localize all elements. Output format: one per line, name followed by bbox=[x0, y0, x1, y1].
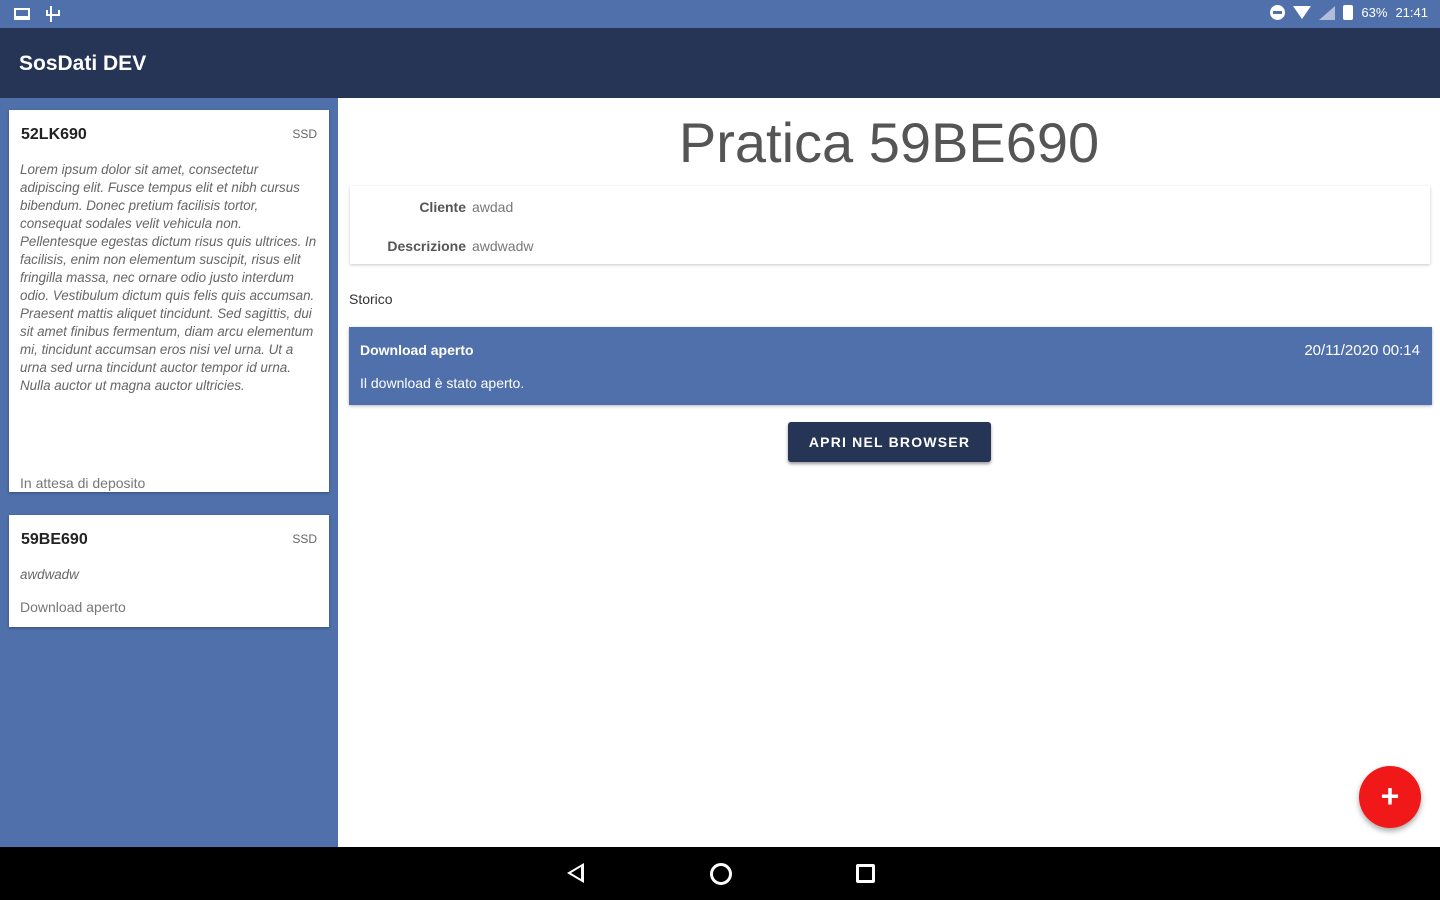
status-bar: 63% 21:41 bbox=[0, 0, 1440, 28]
navigation-bar bbox=[0, 847, 1440, 900]
card-tag: SSD bbox=[292, 127, 317, 141]
app-title: SosDati DEV bbox=[19, 52, 147, 75]
client-label: Cliente bbox=[419, 199, 466, 215]
card-code: 59BE690 bbox=[21, 531, 88, 548]
card-status: In attesa di deposito bbox=[20, 475, 146, 491]
recent-apps-icon[interactable] bbox=[856, 864, 875, 883]
info-card: Cliente awdad Descrizione awdwadw bbox=[350, 186, 1430, 264]
card-status: Download aperto bbox=[20, 599, 126, 615]
description-label: Descrizione bbox=[387, 238, 466, 254]
back-icon[interactable] bbox=[567, 863, 584, 883]
screenshot-icon bbox=[14, 8, 30, 20]
signal-icon bbox=[1319, 5, 1336, 20]
history-heading: Storico bbox=[349, 291, 393, 307]
do-not-disturb-icon bbox=[1270, 5, 1286, 20]
list-item[interactable]: 59BE690 SSD awdwadw Download aperto bbox=[9, 515, 329, 627]
detail-panel: Pratica 59BE690 Cliente awdad Descrizion… bbox=[338, 98, 1440, 847]
page-title: Pratica 59BE690 bbox=[678, 111, 1100, 174]
home-icon[interactable] bbox=[710, 863, 732, 885]
card-tag: SSD bbox=[292, 532, 317, 546]
battery-icon bbox=[1343, 5, 1354, 20]
client-value: awdad bbox=[472, 199, 514, 215]
list-item[interactable]: 52LK690 SSD Lorem ipsum dolor sit amet, … bbox=[9, 110, 329, 492]
history-date: 20/11/2020 00:14 bbox=[1304, 342, 1420, 359]
plus-icon: + bbox=[1380, 778, 1400, 814]
clock: 21:41 bbox=[1395, 5, 1428, 20]
usb-icon bbox=[44, 6, 60, 22]
description-value: awdwadw bbox=[472, 238, 534, 254]
card-code: 52LK690 bbox=[21, 126, 87, 143]
battery-level: 63% bbox=[1361, 5, 1388, 20]
open-in-browser-button[interactable]: APRI NEL BROWSER bbox=[788, 422, 991, 462]
card-description: awdwadw bbox=[20, 567, 79, 582]
app-bar: SosDati DEV bbox=[0, 28, 1440, 98]
wifi-icon bbox=[1293, 6, 1312, 19]
add-fab-button[interactable]: + bbox=[1359, 766, 1421, 828]
history-title: Download aperto bbox=[360, 342, 474, 358]
history-description: Il download è stato aperto. bbox=[360, 375, 525, 391]
card-description: Lorem ipsum dolor sit amet, consectetur … bbox=[20, 162, 317, 393]
sidebar: 52LK690 SSD Lorem ipsum dolor sit amet, … bbox=[0, 98, 338, 847]
history-item: Download aperto 20/11/2020 00:14 Il down… bbox=[349, 327, 1432, 405]
